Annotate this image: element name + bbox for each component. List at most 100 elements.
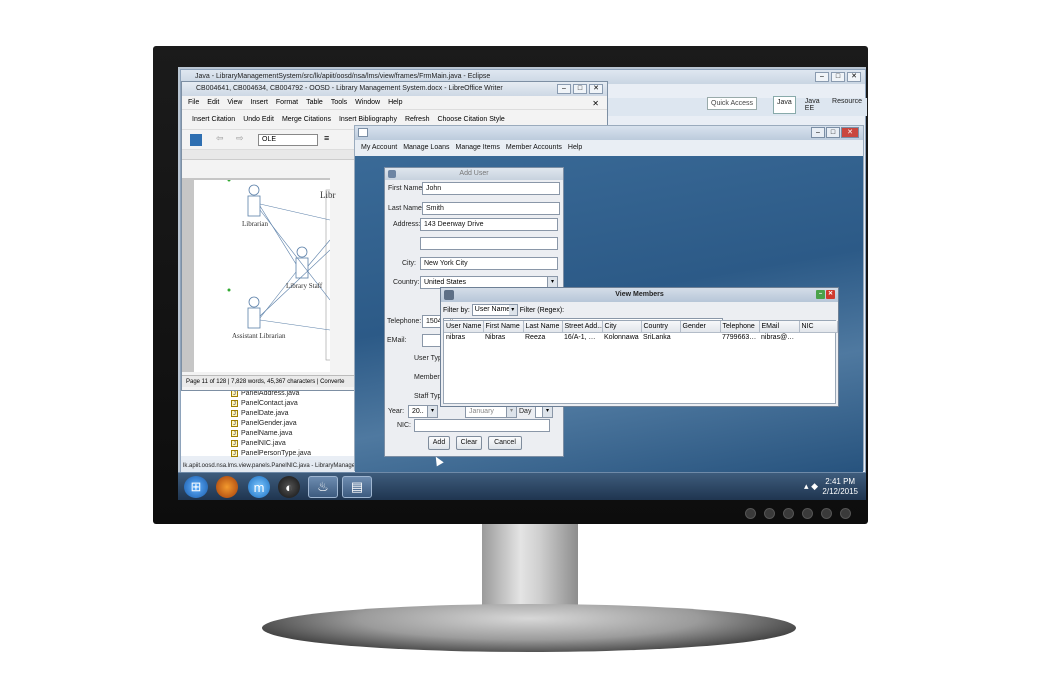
menu-format[interactable]: Format — [276, 96, 298, 109]
undo-edit-button[interactable]: Undo Edit — [243, 110, 274, 129]
tree-item[interactable]: J PanelPersonType.java — [231, 449, 359, 459]
menu-help[interactable]: Help — [388, 96, 402, 109]
address-line2-field[interactable] — [420, 237, 558, 250]
minimize-button[interactable]: – — [815, 72, 829, 82]
menu-edit[interactable]: Edit — [207, 96, 219, 109]
menu-my-account[interactable]: My Account — [361, 140, 397, 156]
address-label: Address: — [393, 221, 421, 228]
column-header[interactable]: Telephone — [720, 321, 760, 333]
maximize-button[interactable]: □ — [573, 84, 587, 94]
close-button[interactable]: ✕ — [826, 290, 835, 299]
cancel-button[interactable]: Cancel — [488, 436, 522, 450]
column-header[interactable]: Gender — [680, 321, 721, 333]
nic-field[interactable] — [414, 419, 550, 432]
maximize-button[interactable]: □ — [826, 127, 840, 138]
telephone-label: Telephone: — [387, 318, 422, 325]
clear-button[interactable]: Clear — [456, 436, 482, 450]
document-area: Librarian Library Staff Assistant Librar… — [182, 178, 367, 372]
back-arrow-icon[interactable]: ⇦ — [216, 133, 224, 144]
column-header[interactable]: Country — [641, 321, 681, 333]
writer-icon[interactable]: ▤ — [342, 476, 372, 498]
insert-citation-button[interactable]: Insert Citation — [192, 110, 235, 129]
monitor-button[interactable] — [802, 508, 813, 519]
view-members-title: View Members — [615, 291, 664, 298]
tree-item[interactable]: J PanelContact.java — [231, 399, 359, 409]
email-field[interactable] — [422, 334, 442, 347]
minimize-button[interactable]: – — [816, 290, 825, 299]
menu-member-accounts[interactable]: Member Accounts — [506, 140, 562, 156]
eclipse-icon[interactable]: ◐ — [278, 476, 300, 498]
menu-manage-items[interactable]: Manage Items — [456, 140, 500, 156]
package-tree: J PanelAddress.java J PanelContact.java JP… — [181, 386, 359, 459]
table-cell: 16/A-1, Vij... — [564, 334, 602, 342]
column-header[interactable]: Last Name — [523, 321, 563, 333]
column-header[interactable]: Street Add... — [562, 321, 603, 333]
paragraph-style-select[interactable]: OLE — [258, 134, 318, 146]
monitor-base — [262, 604, 796, 652]
menu-manage-loans[interactable]: Manage Loans — [403, 140, 449, 156]
clock[interactable]: 2:41 PM 2/12/2015 — [822, 477, 858, 497]
tree-item[interactable]: J PanelGender.java — [231, 419, 359, 429]
first-name-field[interactable]: John — [422, 182, 560, 195]
close-button[interactable]: ✕ — [589, 84, 603, 94]
menu-table[interactable]: Table — [306, 96, 323, 109]
menu-tools[interactable]: Tools — [331, 96, 347, 109]
close-button[interactable]: ✕ — [847, 72, 861, 82]
monitor-button[interactable] — [821, 508, 832, 519]
stage: Java - LibraryManagementSystem/src/lk/ap… — [0, 0, 1050, 700]
add-button[interactable]: Add — [428, 436, 450, 450]
minimize-button[interactable]: – — [557, 84, 571, 94]
year-select[interactable]: 20.. ▾ — [408, 405, 438, 418]
column-header[interactable]: City — [602, 321, 642, 333]
table-row[interactable]: nibras Nibras Reeza 16/A-1, Vij... Kolon… — [444, 332, 837, 343]
forward-arrow-icon[interactable]: ⇨ — [236, 133, 244, 144]
year-label: Year: — [388, 408, 405, 415]
table-cell: Reeza — [525, 334, 546, 342]
perspective-resource[interactable]: Resource — [829, 96, 865, 114]
column-header[interactable]: User Name — [444, 321, 484, 333]
menu-view[interactable]: View — [227, 96, 242, 109]
quick-access-input[interactable]: Quick Access — [707, 97, 757, 110]
last-name-field[interactable]: Smith — [422, 202, 560, 215]
monitor-button[interactable] — [764, 508, 775, 519]
city-field[interactable]: New York City — [420, 257, 558, 270]
java-app-icon[interactable]: ♨ — [308, 476, 338, 498]
menu-window[interactable]: Window — [355, 96, 380, 109]
start-button[interactable]: ⊞ — [184, 476, 208, 498]
document-page: Librarian Library Staff Assistant Librar… — [194, 178, 367, 372]
column-header[interactable]: NIC — [799, 321, 838, 333]
table-cell: Nibras — [485, 334, 506, 342]
tree-item[interactable]: J PanelName.java — [231, 429, 359, 439]
style-icon[interactable] — [190, 134, 202, 146]
tray-icons[interactable]: ▴ ◆ — [804, 481, 818, 492]
maximize-button[interactable]: □ — [831, 72, 845, 82]
frame-icon — [388, 170, 396, 178]
column-header[interactable]: EMail — [759, 321, 800, 333]
minimize-button[interactable]: – — [811, 127, 825, 138]
tree-item[interactable]: J PanelDate.java — [231, 409, 359, 419]
menu-file[interactable]: File — [188, 96, 199, 109]
table-cell: nibras — [446, 334, 466, 342]
nic-label: NIC: — [397, 422, 411, 429]
table-header-row: User Name First Name Last Name Street Ad… — [444, 321, 838, 333]
menu-insert[interactable]: Insert — [250, 96, 268, 109]
monitor-button[interactable] — [783, 508, 794, 519]
perspective-java-ee[interactable]: Java EE — [802, 96, 823, 114]
filter-by-select[interactable]: User Name ▾ — [471, 304, 518, 317]
close-button[interactable]: ✕ — [841, 127, 859, 138]
menu-help[interactable]: Help — [568, 140, 582, 156]
tree-item[interactable]: J PanelNIC.java — [231, 439, 359, 449]
align-left-icon[interactable]: ≡ — [324, 133, 329, 143]
monitor-button[interactable] — [745, 508, 756, 519]
maxthon-icon[interactable]: m — [248, 476, 270, 498]
power-button[interactable] — [840, 508, 851, 519]
close-document-icon[interactable]: ✕ — [592, 99, 599, 108]
perspective-java[interactable]: Java — [773, 96, 796, 114]
writer-window-controls: – □ ✕ — [557, 84, 603, 94]
address-line1-field[interactable]: 143 Deerway Drive — [420, 218, 558, 231]
telephone-field[interactable]: 1504 — [422, 315, 442, 328]
firefox-icon[interactable] — [216, 476, 238, 498]
merge-citations-button[interactable]: Merge Citations — [282, 110, 331, 129]
column-header[interactable]: First Name — [483, 321, 524, 333]
uml-diagram — [227, 178, 367, 361]
